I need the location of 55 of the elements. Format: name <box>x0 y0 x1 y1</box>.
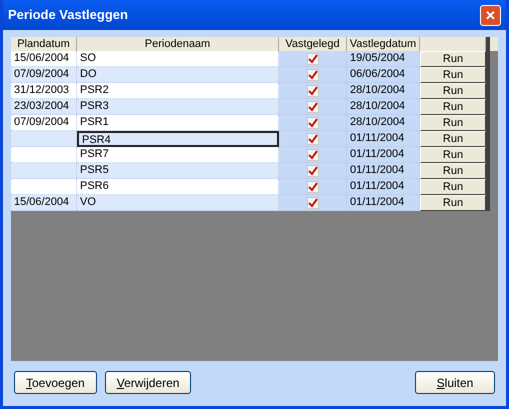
checked-checkbox[interactable] <box>306 84 318 96</box>
table-cell: PSR5 <box>77 163 279 179</box>
table-cell <box>11 163 77 179</box>
run-button[interactable]: Run <box>420 67 486 83</box>
run-button[interactable]: Run <box>420 147 486 163</box>
table-cell: 07/09/2004 <box>11 67 77 83</box>
table-cell: PSR4 <box>77 131 279 147</box>
table-cell: PSR2 <box>77 83 279 99</box>
table-cell: DO <box>77 67 279 83</box>
run-button[interactable]: Run <box>420 131 486 147</box>
table-cell <box>11 131 77 147</box>
table-cell: PSR7 <box>77 147 279 163</box>
table-cell: 28/10/2004 <box>347 99 420 115</box>
run-button[interactable]: Run <box>420 83 486 99</box>
close-dialog-button[interactable]: Sluiten <box>415 371 495 394</box>
checked-checkbox[interactable] <box>306 116 318 128</box>
table-cell: 15/06/2004 <box>11 195 77 211</box>
table-cell: 01/11/2004 <box>347 195 420 211</box>
checked-checkbox[interactable] <box>306 180 318 192</box>
window-title: Periode Vastleggen <box>8 6 128 24</box>
table-cell: VO <box>77 195 279 211</box>
checked-checkbox[interactable] <box>306 196 318 208</box>
checked-checkbox[interactable] <box>306 100 318 112</box>
table-cell: 28/10/2004 <box>347 115 420 131</box>
table-cell: SO <box>77 51 279 67</box>
run-button[interactable]: Run <box>420 163 486 179</box>
checked-checkbox[interactable] <box>306 68 318 80</box>
run-button[interactable]: Run <box>420 51 486 67</box>
table-cell: PSR6 <box>77 179 279 195</box>
table-cell: PSR1 <box>77 115 279 131</box>
table-cell <box>11 179 77 195</box>
close-button[interactable]: ✕ <box>480 4 501 26</box>
table-cell: 01/11/2004 <box>347 163 420 179</box>
table-cell: 23/03/2004 <box>11 99 77 115</box>
run-button[interactable]: Run <box>420 195 486 211</box>
checked-checkbox[interactable] <box>306 52 318 64</box>
table-cell: 07/09/2004 <box>11 115 77 131</box>
checked-checkbox[interactable] <box>306 148 318 160</box>
table-cell: 28/10/2004 <box>347 83 420 99</box>
run-button[interactable]: Run <box>420 115 486 131</box>
run-button[interactable]: Run <box>420 179 486 195</box>
table-cell: 31/12/2003 <box>11 83 77 99</box>
table-cell: 01/11/2004 <box>347 179 420 195</box>
run-button[interactable]: Run <box>420 99 486 115</box>
table-cell: 19/05/2004 <box>347 51 420 67</box>
remove-button[interactable]: Verwijderen <box>104 371 192 394</box>
table-cell: 15/06/2004 <box>11 51 77 67</box>
checked-checkbox[interactable] <box>306 132 318 144</box>
table-cell: PSR3 <box>77 99 279 115</box>
table-cell: 01/11/2004 <box>347 131 420 147</box>
add-button[interactable]: Toevoegen <box>14 371 97 394</box>
table-cell <box>11 147 77 163</box>
table-cell: 06/06/2004 <box>347 67 420 83</box>
table-cell: 01/11/2004 <box>347 147 420 163</box>
checked-checkbox[interactable] <box>306 164 318 176</box>
